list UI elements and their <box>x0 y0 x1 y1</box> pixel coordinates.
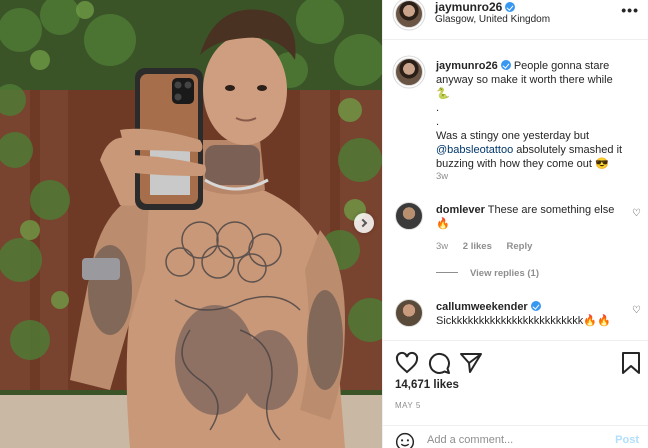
add-comment-bar: Post <box>383 425 648 448</box>
comment-avatar-domlever[interactable] <box>395 202 423 230</box>
comment-icon[interactable] <box>427 351 451 375</box>
avatar[interactable] <box>395 0 423 28</box>
next-photo-button[interactable] <box>354 213 374 233</box>
post-location[interactable]: Glasgow, United Kingdom <box>435 14 550 25</box>
caption-dot: . <box>436 102 440 114</box>
caption-line-2-pre: Was a stingy one yesterday but <box>436 130 590 142</box>
caption-text: jaymunro26 People gonna stare anyway so … <box>436 59 629 171</box>
like-comment-heart-icon[interactable]: ♡ <box>632 208 641 219</box>
post-author-username[interactable]: jaymunro26 <box>435 0 502 14</box>
view-replies-button[interactable]: View replies (1) <box>436 268 539 279</box>
next-arrow-icon <box>358 218 368 228</box>
bookmark-icon[interactable] <box>619 351 643 375</box>
comment-timestamp[interactable]: 3w <box>436 241 448 252</box>
post-photo <box>0 0 382 448</box>
like-comment-heart-icon[interactable]: ♡ <box>632 305 641 316</box>
post-comment-button[interactable]: Post <box>615 434 639 446</box>
comment-item: callumweekender Sickkkkkkkkkkkkkkkkkkkkk… <box>436 300 629 328</box>
post-actions: 14,671 likes MAY 5 Post <box>383 340 648 448</box>
caption-mention-link[interactable]: @babsleotattoo <box>436 144 513 156</box>
emoji-icon[interactable] <box>395 432 415 448</box>
post-date[interactable]: MAY 5 <box>395 401 421 410</box>
comments-section[interactable]: jaymunro26 People gonna stare anyway so … <box>383 41 648 340</box>
caption-username[interactable]: jaymunro26 <box>436 60 498 72</box>
caption-dot: . <box>436 116 440 128</box>
caption-avatar[interactable] <box>395 58 423 86</box>
comment-meta: 3w 2 likes Reply <box>436 241 544 252</box>
likes-count[interactable]: 14,671 likes <box>395 379 459 391</box>
reply-button[interactable]: Reply <box>507 241 533 252</box>
view-replies-label: View replies (1) <box>470 268 539 279</box>
comment-avatar-callumweekender[interactable] <box>395 299 423 327</box>
share-icon[interactable] <box>459 351 483 375</box>
comment-likes-count[interactable]: 2 likes <box>463 241 492 252</box>
comment-item: domlever These are something else 🔥 <box>436 203 629 231</box>
verified-icon <box>500 60 511 70</box>
more-options-button[interactable]: ••• <box>621 2 639 18</box>
caption-timestamp[interactable]: 3w <box>436 171 448 182</box>
comment-username[interactable]: domlever <box>436 204 485 216</box>
comment-username[interactable]: callumweekender <box>436 301 528 313</box>
caption-meta: 3w <box>436 171 460 182</box>
heart-icon[interactable] <box>395 351 419 375</box>
verified-icon <box>505 2 516 12</box>
post-header: jaymunro26 Glasgow, United Kingdom ••• <box>383 0 648 40</box>
post-details-panel: jaymunro26 Glasgow, United Kingdom ••• j… <box>382 0 648 448</box>
comment-input[interactable] <box>427 430 597 448</box>
comment-text: Sickkkkkkkkkkkkkkkkkkkkkkkk🔥🔥 <box>436 315 611 327</box>
photo-illustration <box>0 0 382 448</box>
replies-divider-line <box>436 272 458 273</box>
post-author[interactable]: jaymunro26 <box>435 0 516 14</box>
verified-icon <box>530 301 541 311</box>
